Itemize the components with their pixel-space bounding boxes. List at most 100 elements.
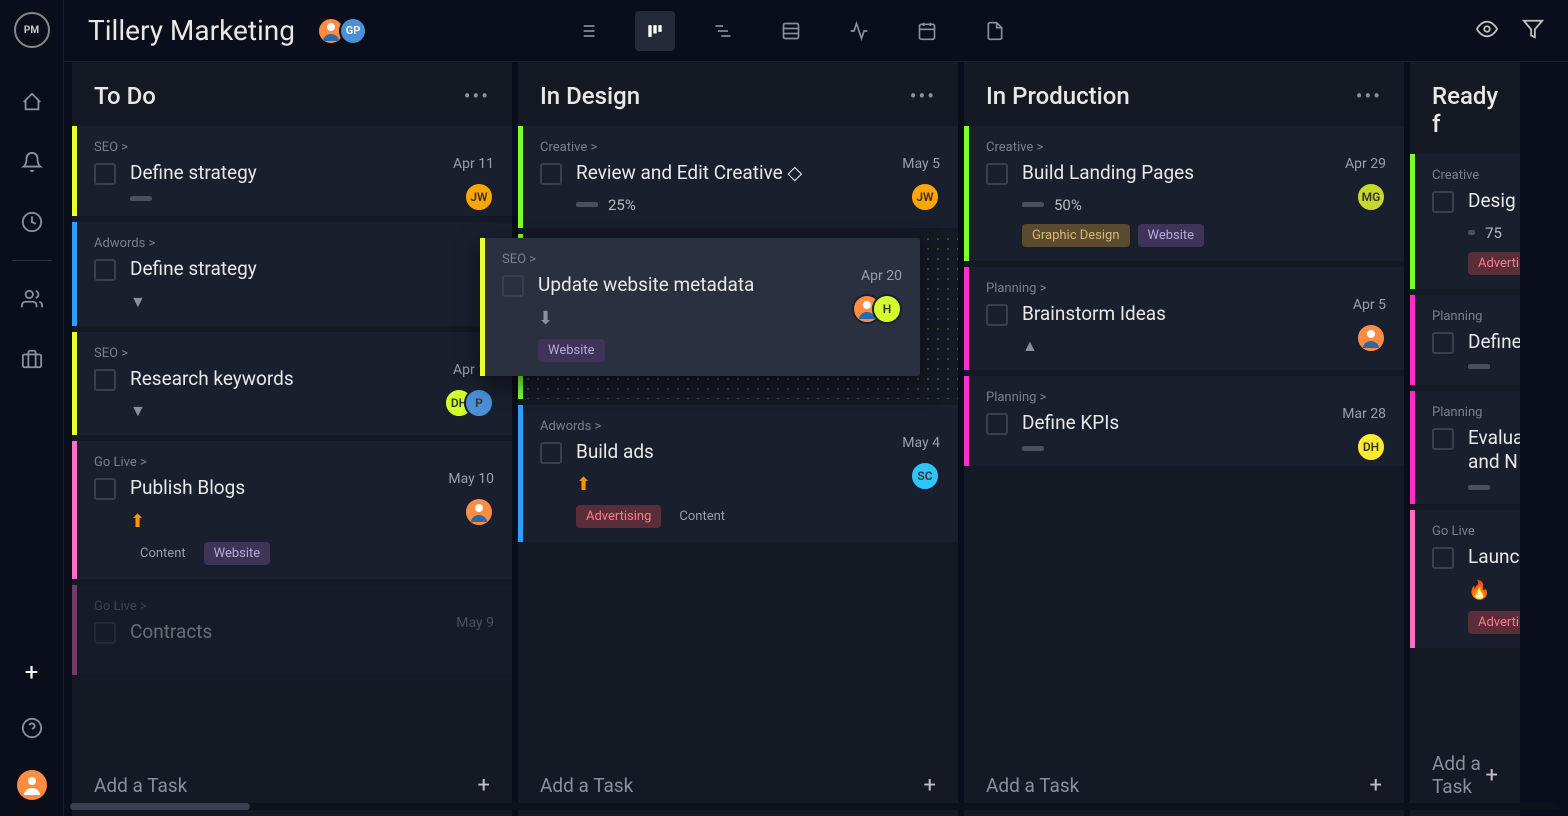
task-checkbox[interactable] — [94, 259, 116, 281]
header: Tillery Marketing GP — [64, 0, 1568, 62]
card-category: Planning — [1432, 309, 1502, 324]
card-category: Planning > — [986, 281, 1386, 296]
people-icon[interactable] — [12, 279, 52, 319]
task-checkbox[interactable] — [94, 622, 116, 644]
column-title: In Design — [540, 82, 640, 110]
add-icon[interactable]: + — [25, 658, 39, 686]
divider — [12, 260, 52, 261]
list-view-icon[interactable] — [567, 11, 607, 51]
card-assignees[interactable]: MG — [1356, 182, 1386, 212]
task-checkbox[interactable] — [1432, 547, 1454, 569]
card-assignees[interactable] — [464, 497, 494, 527]
column-menu-icon[interactable]: ••• — [910, 84, 936, 108]
card-assignees[interactable] — [1356, 323, 1386, 353]
task-checkbox[interactable] — [1432, 332, 1454, 354]
card-assignees[interactable]: JW — [464, 182, 494, 212]
column: Ready f Creative Desig 75 Adverti Planni… — [1410, 62, 1520, 816]
card-title: Build ads — [576, 440, 940, 465]
plus-icon: + — [478, 773, 490, 798]
visibility-icon[interactable] — [1476, 18, 1498, 44]
card-title: Update website metadata — [538, 273, 902, 298]
column-title: To Do — [94, 82, 156, 110]
horizontal-scrollbar[interactable] — [70, 803, 1560, 810]
card-assignees[interactable]: SC — [910, 461, 940, 491]
task-card[interactable]: Go Live > Contracts May 9 — [72, 585, 512, 675]
column-title: Ready f — [1432, 82, 1498, 138]
header-avatars[interactable]: GP — [317, 17, 367, 45]
card-date: Mar 28 — [1342, 406, 1386, 422]
sidebar: PM + — [0, 0, 64, 816]
task-checkbox[interactable] — [94, 163, 116, 185]
task-card[interactable]: Planning > Brainstorm Ideas Apr 5 ▲ — [964, 267, 1404, 371]
briefcase-icon[interactable] — [12, 339, 52, 379]
card-category: Planning — [1432, 405, 1502, 420]
task-card[interactable]: Creative > Review and Edit Creative ◇ Ma… — [518, 126, 958, 228]
task-card[interactable]: Planning > Define KPIs Mar 28 DH — [964, 376, 1404, 466]
task-card[interactable]: Adwords > Define strategy ▼ — [72, 222, 512, 326]
project-title: Tillery Marketing — [88, 14, 295, 47]
activity-view-icon[interactable] — [839, 11, 879, 51]
task-checkbox[interactable] — [540, 442, 562, 464]
card-assignees[interactable]: JW — [910, 182, 940, 212]
column: To Do ••• SEO > Define strategy Apr 11 J… — [72, 62, 512, 816]
task-card[interactable]: Planning Evalua and N — [1410, 391, 1520, 504]
home-icon[interactable] — [12, 82, 52, 122]
app-logo[interactable]: PM — [14, 12, 50, 48]
calendar-view-icon[interactable] — [907, 11, 947, 51]
dragging-task-card[interactable]: SEO > Update website metadata Apr 20 H ⬇… — [480, 238, 920, 376]
board-view-icon[interactable] — [635, 11, 675, 51]
plus-icon: + — [924, 773, 936, 798]
user-avatar[interactable] — [17, 770, 47, 800]
card-date: Apr 5 — [1353, 297, 1386, 313]
card-date: May 9 — [456, 615, 494, 631]
task-checkbox[interactable] — [502, 275, 524, 297]
card-category: Creative > — [540, 140, 940, 155]
sheet-view-icon[interactable] — [771, 11, 811, 51]
task-card[interactable]: Creative Desig 75 Adverti — [1410, 154, 1520, 289]
filter-icon[interactable] — [1522, 18, 1544, 44]
card-date: Apr 29 — [1345, 156, 1386, 172]
card-category: Go Live — [1432, 524, 1502, 539]
help-icon[interactable] — [12, 708, 52, 748]
card-category: Creative — [1432, 168, 1502, 183]
task-card[interactable]: Go Live Launch 🔥 Adverti — [1410, 510, 1520, 648]
bell-icon[interactable] — [12, 142, 52, 182]
card-title: Build Landing Pages — [1022, 161, 1386, 186]
card-date: Apr 20 — [861, 268, 902, 284]
task-checkbox[interactable] — [94, 478, 116, 500]
plus-icon: + — [1370, 773, 1382, 798]
card-title: Research keywords — [130, 367, 494, 392]
task-card[interactable]: SEO > Research keywords Apr 13 DHP ▼ — [72, 332, 512, 436]
task-checkbox[interactable] — [986, 304, 1008, 326]
clock-icon[interactable] — [12, 202, 52, 242]
task-checkbox[interactable] — [94, 369, 116, 391]
card-assignees[interactable]: H — [852, 294, 902, 324]
column: In Design ••• Creative > Review and Edit… — [518, 62, 958, 816]
task-card[interactable]: Planning Define — [1410, 295, 1520, 385]
files-view-icon[interactable] — [975, 11, 1015, 51]
card-assignees[interactable]: DH — [1356, 432, 1386, 462]
card-date: May 10 — [448, 471, 494, 487]
column-menu-icon[interactable]: ••• — [1356, 84, 1382, 108]
column-menu-icon[interactable]: ••• — [464, 84, 490, 108]
card-title: Define KPIs — [1022, 411, 1386, 436]
card-assignees[interactable]: DHP — [444, 388, 494, 418]
task-card[interactable]: Creative > Build Landing Pages Apr 29 MG… — [964, 126, 1404, 261]
task-checkbox[interactable] — [986, 413, 1008, 435]
kanban-board: To Do ••• SEO > Define strategy Apr 11 J… — [64, 62, 1568, 816]
task-card[interactable]: SEO > Define strategy Apr 11 JW — [72, 126, 512, 216]
card-title: Define — [1468, 330, 1520, 355]
task-card[interactable]: Go Live > Publish Blogs May 10 ⬆ Content… — [72, 441, 512, 579]
card-category: SEO > — [94, 140, 494, 155]
card-title: Define strategy — [130, 161, 494, 186]
task-card[interactable]: Adwords > Build ads May 4 SC ⬆ Advertisi… — [518, 405, 958, 543]
task-checkbox[interactable] — [540, 163, 562, 185]
task-checkbox[interactable] — [1432, 191, 1454, 213]
task-checkbox[interactable] — [1432, 428, 1454, 450]
card-category: Adwords > — [540, 419, 940, 434]
task-checkbox[interactable] — [986, 163, 1008, 185]
card-title: Publish Blogs — [130, 476, 494, 501]
card-category: SEO > — [502, 252, 902, 267]
card-category: Adwords > — [94, 236, 494, 251]
gantt-view-icon[interactable] — [703, 11, 743, 51]
